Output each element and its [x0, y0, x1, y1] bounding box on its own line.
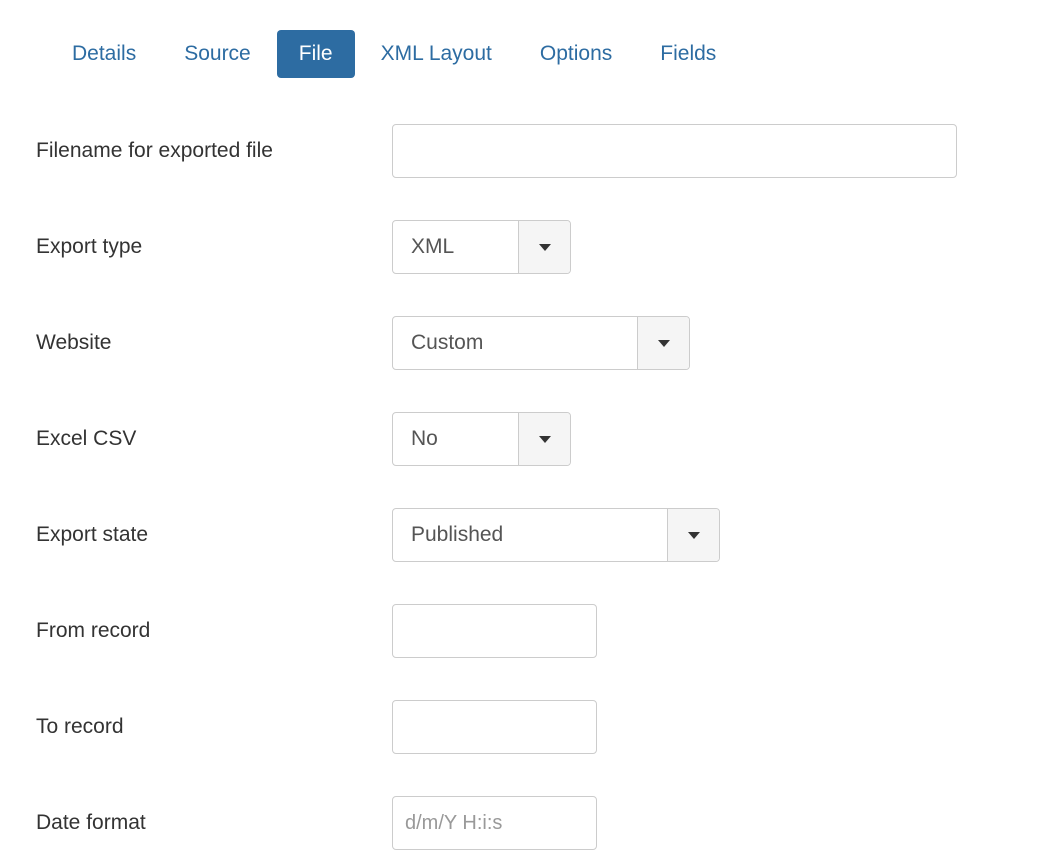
caret-down-icon — [539, 436, 551, 443]
caret-down-icon — [688, 532, 700, 539]
from-record-label: From record — [36, 617, 392, 644]
caret-down-icon — [658, 340, 670, 347]
export-state-label: Export state — [36, 521, 392, 548]
excel-csv-value: No — [393, 413, 518, 465]
export-type-value: XML — [393, 221, 518, 273]
tab-fields[interactable]: Fields — [638, 30, 738, 78]
from-record-input[interactable] — [392, 604, 597, 658]
tab-bar: Details Source File XML Layout Options F… — [50, 30, 1024, 78]
excel-csv-select[interactable]: No — [392, 412, 571, 466]
excel-csv-label: Excel CSV — [36, 425, 392, 452]
export-type-select[interactable]: XML — [392, 220, 571, 274]
website-dropdown-button[interactable] — [637, 317, 689, 369]
date-format-input[interactable] — [392, 796, 597, 850]
tab-options[interactable]: Options — [518, 30, 634, 78]
filename-label: Filename for exported file — [36, 137, 392, 164]
export-type-label: Export type — [36, 233, 392, 260]
date-format-label: Date format — [36, 809, 392, 836]
tab-source[interactable]: Source — [162, 30, 273, 78]
export-state-dropdown-button[interactable] — [667, 509, 719, 561]
filename-input[interactable] — [392, 124, 957, 178]
tab-details[interactable]: Details — [50, 30, 158, 78]
website-value: Custom — [393, 317, 637, 369]
to-record-input[interactable] — [392, 700, 597, 754]
excel-csv-dropdown-button[interactable] — [518, 413, 570, 465]
tab-file[interactable]: File — [277, 30, 355, 78]
export-type-dropdown-button[interactable] — [518, 221, 570, 273]
website-label: Website — [36, 329, 392, 356]
tab-xml-layout[interactable]: XML Layout — [359, 30, 514, 78]
export-state-select[interactable]: Published — [392, 508, 720, 562]
caret-down-icon — [539, 244, 551, 251]
export-state-value: Published — [393, 509, 667, 561]
website-select[interactable]: Custom — [392, 316, 690, 370]
to-record-label: To record — [36, 713, 392, 740]
